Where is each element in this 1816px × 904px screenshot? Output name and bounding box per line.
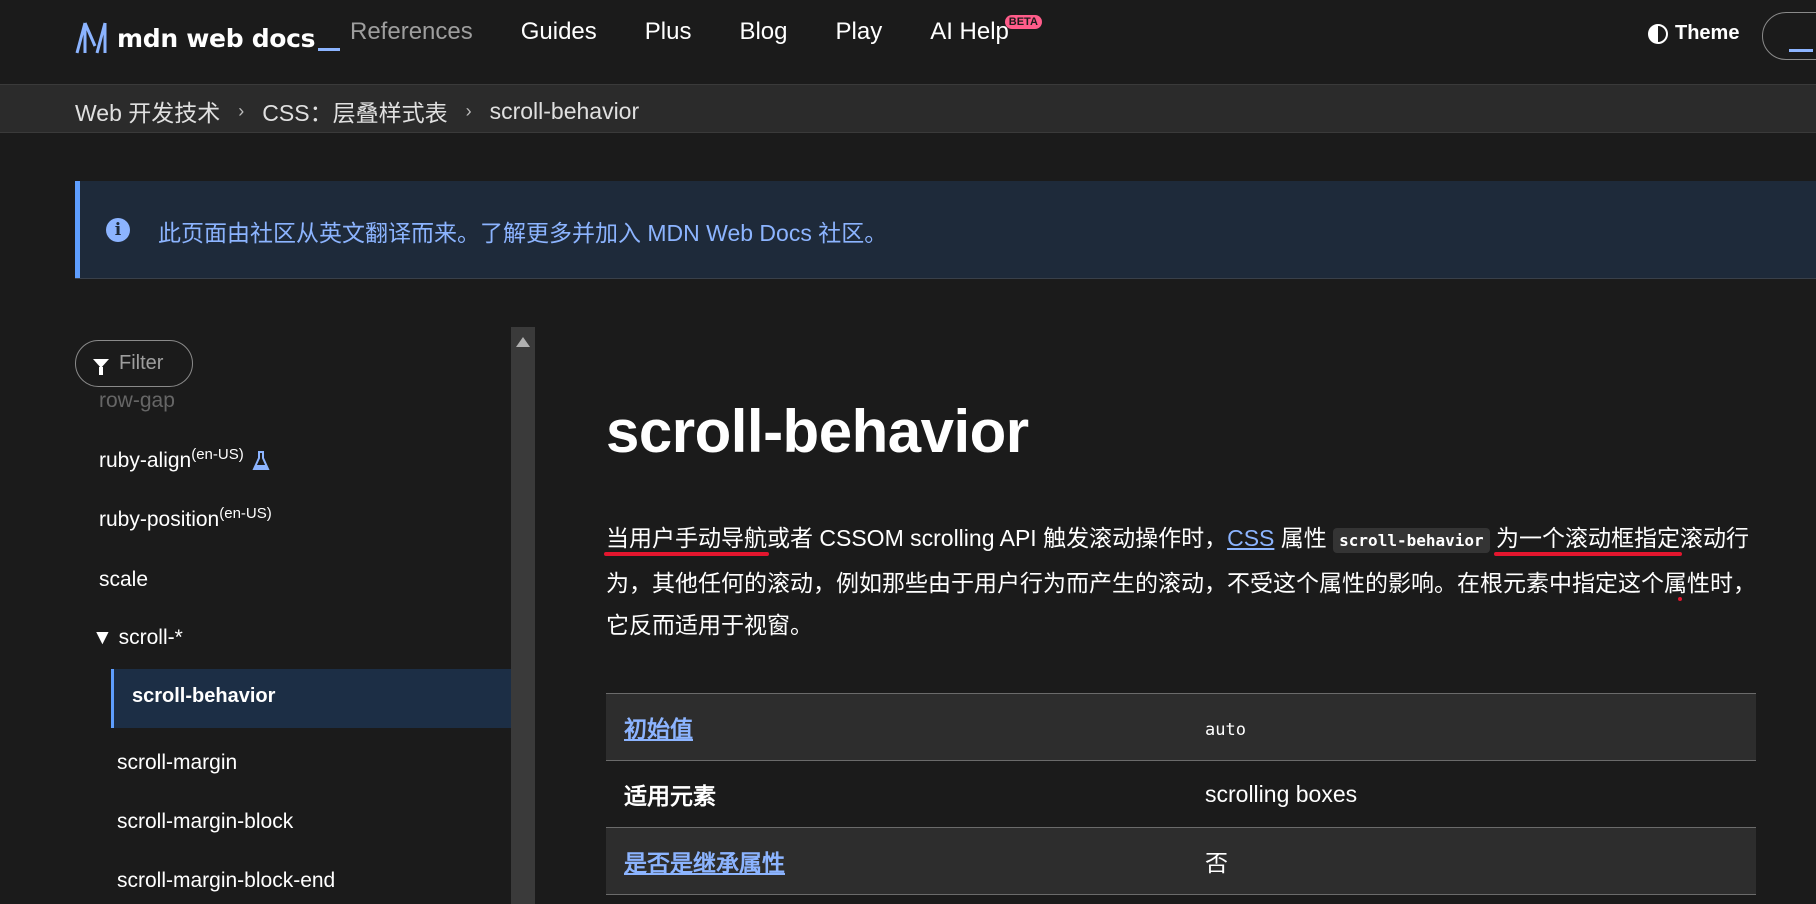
main-content: scroll-behavior 当用户手动导航或者 CSSOM scrollin… xyxy=(606,327,1816,904)
table-value: scrolling boxes xyxy=(1205,780,1358,807)
locale-tag: (en-US) xyxy=(219,505,272,522)
sidebar-scrollbar[interactable] xyxy=(511,327,535,904)
breadcrumb-css[interactable]: CSS：层叠样式表 xyxy=(262,94,447,128)
mdn-logo-icon xyxy=(75,22,107,54)
translation-notice: i 此页面由社区从英文翻译而来。了解更多并加入 MDN Web Docs 社区。 xyxy=(75,181,1816,278)
experimental-flask-icon xyxy=(252,451,270,471)
logo-text: mdn web docs xyxy=(117,23,316,53)
nav-plus[interactable]: Plus xyxy=(645,18,692,46)
nav-guides[interactable]: Guides xyxy=(521,18,597,46)
scroll-up-arrow-icon[interactable] xyxy=(516,337,530,347)
chevron-right-icon: › xyxy=(238,100,245,121)
logo-cursor xyxy=(318,47,341,51)
filter-icon xyxy=(93,359,109,375)
filter-button[interactable]: Filter xyxy=(75,340,193,387)
nav-blog[interactable]: Blog xyxy=(739,18,787,46)
sidebar-item-row-gap[interactable]: row-gap xyxy=(99,389,175,413)
top-nav: mdn web docs References Guides Plus Blog… xyxy=(0,0,1816,85)
sidebar-item-scale[interactable]: scale xyxy=(99,568,148,592)
intro-text: 属性 xyxy=(1274,525,1334,551)
intro-text: 或者 CSSOM scrolling API 触发滚动操作时， xyxy=(767,525,1228,551)
filter-label: Filter xyxy=(119,352,164,374)
table-key: 初始值 xyxy=(606,694,1187,761)
highlight-user-nav: 当用户手动导航 xyxy=(606,525,767,551)
info-icon: i xyxy=(106,218,130,242)
breadcrumb: Web 开发技术 › CSS：层叠样式表 › scroll-behavior xyxy=(75,94,639,128)
sidebar-item-scroll-margin-block-end[interactable]: scroll-margin-block-end xyxy=(117,869,335,893)
css-link[interactable]: CSS xyxy=(1227,525,1274,551)
breadcrumb-current[interactable]: scroll-behavior xyxy=(490,98,640,125)
value-code: auto xyxy=(1205,719,1246,740)
breadcrumb-bar: Web 开发技术 › CSS：层叠样式表 › scroll-behavior xyxy=(0,85,1816,133)
page-title: scroll-behavior xyxy=(606,398,1029,465)
nav-references[interactable]: References xyxy=(350,18,473,46)
mdn-logo[interactable]: mdn web docs xyxy=(75,20,341,56)
highlight-specifies: 为一个滚动框指定 xyxy=(1496,525,1681,551)
theme-icon xyxy=(1648,23,1668,44)
sidebar-item-scroll-behavior[interactable]: scroll-behavior xyxy=(111,669,511,728)
intro-paragraph: 当用户手动导航或者 CSSOM scrolling API 触发滚动操作时，CS… xyxy=(606,517,1756,646)
sidebar-item-label: ruby-align xyxy=(99,449,192,472)
nav-ai-help[interactable]: AI Help BETA xyxy=(930,15,1042,46)
theme-label: Theme xyxy=(1675,22,1740,44)
table-key: 是否是继承属性 xyxy=(606,828,1187,895)
properties-table: 初始值 auto 适用元素 scrolling boxes 是否是继承属性 否 xyxy=(606,693,1756,895)
locale-tag: (en-US) xyxy=(191,446,244,463)
nav-ai-help-label: AI Help xyxy=(930,18,1009,45)
inherited-link[interactable]: 是否是继承属性 xyxy=(624,850,785,876)
sidebar-item-label: scroll-behavior xyxy=(132,685,276,707)
sidebar-item-scroll-margin[interactable]: scroll-margin xyxy=(117,751,237,775)
sidebar-group-scroll[interactable]: ▼ scroll-* xyxy=(92,626,183,650)
theme-button[interactable]: Theme xyxy=(1648,22,1739,45)
table-row: 初始值 auto xyxy=(606,693,1756,761)
table-key: 适用元素 xyxy=(624,783,716,809)
sidebar: Filter row-gap ruby-align(en-US) ruby-po… xyxy=(0,327,535,904)
main-menu: References Guides Plus Blog Play AI Help… xyxy=(350,15,1057,46)
table-row: 是否是继承属性 否 xyxy=(606,827,1756,895)
inline-code: scroll-behavior xyxy=(1333,528,1490,553)
table-value: 否 xyxy=(1205,850,1228,876)
table-row: 适用元素 scrolling boxes xyxy=(606,760,1756,828)
notice-link[interactable]: 此页面由社区从英文翻译而来。了解更多并加入 MDN Web Docs 社区。 xyxy=(158,214,887,248)
intro-text: ，其他任何的滚动，例如那些由于用户行为而产生的滚动，不受这个属性的影响。在根元素… xyxy=(606,570,1756,638)
sidebar-item-scroll-margin-block[interactable]: scroll-margin-block xyxy=(117,810,293,834)
search-cursor xyxy=(1789,49,1813,52)
sidebar-item-ruby-position[interactable]: ruby-position(en-US) xyxy=(99,505,272,532)
table-value: auto xyxy=(1187,694,1756,761)
chevron-right-icon: › xyxy=(465,100,472,121)
breadcrumb-web[interactable]: Web 开发技术 xyxy=(75,94,220,128)
nav-play[interactable]: Play xyxy=(836,18,883,46)
initial-value-link[interactable]: 初始值 xyxy=(624,716,693,742)
sidebar-item-ruby-align[interactable]: ruby-align(en-US) xyxy=(99,446,270,473)
search-button[interactable] xyxy=(1762,12,1816,60)
sidebar-item-label: ruby-position xyxy=(99,508,220,531)
beta-badge: BETA xyxy=(1004,15,1042,29)
